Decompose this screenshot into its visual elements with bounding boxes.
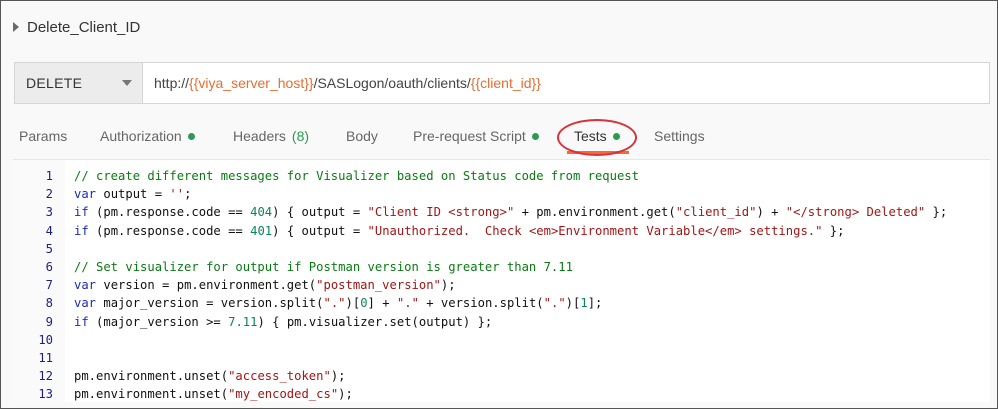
request-tabs: Params Authorization Headers (8) Body Pr… <box>1 119 998 153</box>
code-text: var major_version = version.split(".")[0… <box>74 296 603 311</box>
code-text: pm.environment.unset("access_token"); <box>74 369 346 384</box>
tab-label: Body <box>346 128 378 144</box>
request-title-bar[interactable]: Delete_Client_ID <box>13 15 140 39</box>
tab-headers[interactable]: Headers (8) <box>233 119 309 153</box>
url-bar: DELETE http://{{viya_server_host}}/SASLo… <box>14 62 990 104</box>
line-number: 12 <box>38 369 53 384</box>
line-number: 2 <box>45 187 53 202</box>
tab-label: Authorization <box>100 128 182 144</box>
code-line[interactable]: 8 var major_version = version.split(".")[… <box>13 294 990 313</box>
code-text: if (pm.response.code == 401) { output = … <box>74 223 845 238</box>
code-editor[interactable]: 1 // create different messages for Visual… <box>13 159 990 404</box>
tab-label: Headers <box>233 128 286 144</box>
tab-body[interactable]: Body <box>346 119 378 153</box>
code-line[interactable]: 1 // create different messages for Visual… <box>13 167 990 186</box>
line-number: 4 <box>45 223 53 238</box>
tab-count: (8) <box>291 128 310 144</box>
tab-params[interactable]: Params <box>19 119 67 153</box>
tab-label: Pre-request Script <box>413 128 526 144</box>
code-line[interactable]: 2 var output = ''; <box>13 185 990 204</box>
tab-settings[interactable]: Settings <box>654 119 705 153</box>
code-line[interactable]: 9 if (major_version >= 7.11) { pm.visuali… <box>13 313 990 332</box>
request-title[interactable]: Delete_Client_ID <box>27 19 140 36</box>
code-text: pm.environment.unset("my_encoded_cs"); <box>74 387 353 402</box>
line-number: 11 <box>38 351 53 365</box>
tab-authorization[interactable]: Authorization <box>100 119 195 153</box>
url-variable: {{client_id}} <box>470 75 541 91</box>
chevron-down-icon <box>122 80 132 86</box>
tab-label: Params <box>19 128 68 144</box>
code-line[interactable]: 6 // Set visualizer for output if Postman… <box>13 258 990 277</box>
status-dot-icon <box>187 132 195 140</box>
url-variable: {{viya_server_host}} <box>189 75 314 91</box>
code-line[interactable]: 11 <box>13 349 990 368</box>
tab-pre-request-script[interactable]: Pre-request Script <box>413 119 539 153</box>
url-part: http:// <box>154 75 190 91</box>
code-line[interactable]: 4 if (pm.response.code == 401) { output =… <box>13 222 990 241</box>
status-dot-icon <box>531 132 539 140</box>
code-text: if (major_version >= 7.11) { pm.visualiz… <box>74 314 493 329</box>
url-input[interactable]: http://{{viya_server_host}}/SASLogon/oau… <box>143 63 989 103</box>
line-number: 8 <box>45 296 53 311</box>
code-text: // create different messages for Visuali… <box>74 169 639 183</box>
line-number: 1 <box>45 169 53 183</box>
code-text: var output = ''; <box>74 187 192 202</box>
code-text: if (pm.response.code == 404) { output = … <box>74 205 948 220</box>
line-number: 3 <box>45 205 53 220</box>
code-line[interactable]: 3 if (pm.response.code == 404) { output =… <box>13 203 990 222</box>
request-panel: Delete_Client_ID DELETE http://{{viya_se… <box>0 0 998 409</box>
url-part: /SASLogon/oauth/clients/ <box>313 75 471 91</box>
code-text: // Set visualizer for output if Postman … <box>74 260 573 274</box>
code-line[interactable]: 10 <box>13 331 990 350</box>
line-number: 13 <box>38 387 53 402</box>
line-number: 9 <box>45 314 53 329</box>
method-label: DELETE <box>26 75 83 91</box>
line-number: 7 <box>45 278 53 293</box>
highlight-circle <box>557 119 637 156</box>
code-text: var version = pm.environment.get("postma… <box>74 278 456 293</box>
code-line[interactable]: 7 var version = pm.environment.get("postm… <box>13 276 990 295</box>
caret-right-icon[interactable] <box>13 22 19 32</box>
line-number: 6 <box>45 260 53 274</box>
line-number: 10 <box>38 332 53 347</box>
tab-label: Settings <box>654 128 705 144</box>
method-select[interactable]: DELETE <box>15 63 143 103</box>
line-number: 5 <box>45 241 53 256</box>
code-line[interactable]: 12 pm.environment.unset("access_token"); <box>13 367 990 386</box>
code-line[interactable]: 5 <box>13 240 990 259</box>
code-line[interactable]: 13 pm.environment.unset("my_encoded_cs"); <box>13 385 990 404</box>
